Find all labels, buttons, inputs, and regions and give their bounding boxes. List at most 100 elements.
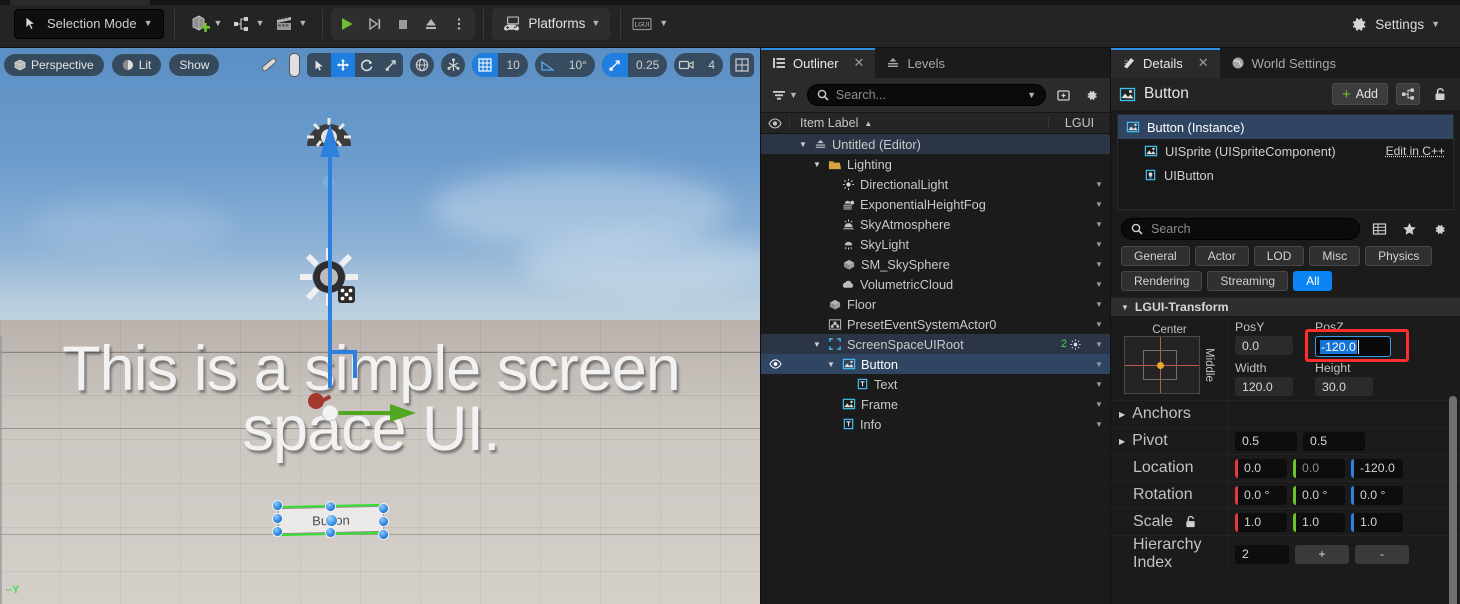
eject-button[interactable] <box>417 10 445 38</box>
scale-snap-control[interactable]: 0.25 <box>601 53 668 77</box>
outliner-row-exponentialheightfog[interactable]: ExponentialHeightFog ▼ <box>761 194 1110 214</box>
filter-chip-actor[interactable]: Actor <box>1194 246 1249 266</box>
number-input[interactable]: 0.5 <box>1235 431 1297 451</box>
select-tool-button[interactable] <box>307 53 331 77</box>
play-button[interactable] <box>333 10 361 38</box>
row-options-chevron-icon[interactable]: ▼ <box>1088 420 1110 429</box>
window-tab[interactable] <box>10 0 150 5</box>
row-options-chevron-icon[interactable]: ▼ <box>1088 340 1110 349</box>
view-mode-button[interactable]: Lit <box>111 54 162 76</box>
tab-outliner[interactable]: Outliner ✕ <box>761 48 876 78</box>
hierarchy-index-increase[interactable]: + <box>1295 544 1349 564</box>
anchor-preview-cell[interactable]: Center Middle <box>1111 317 1229 400</box>
component-row[interactable]: UIButton <box>1118 163 1453 187</box>
row-options-chevron-icon[interactable]: ▼ <box>1088 280 1110 289</box>
chevron-down-icon[interactable]: ▼ <box>1027 90 1036 100</box>
row-options-chevron-icon[interactable]: ▼ <box>1088 240 1110 249</box>
outliner-row-info[interactable]: Info ▼ <box>761 414 1110 434</box>
axis-number-input[interactable]: 1.0 <box>1235 512 1287 532</box>
row-options-chevron-icon[interactable]: ▼ <box>1088 260 1110 269</box>
outliner-row-text[interactable]: Text ▼ <box>761 374 1110 394</box>
posy-input[interactable]: 0.0 <box>1235 336 1293 355</box>
property-label[interactable]: ▶ Pivot <box>1111 428 1229 454</box>
filter-chip-misc[interactable]: Misc <box>1309 246 1361 266</box>
more-options-button[interactable] <box>445 10 473 38</box>
outliner-row-floor[interactable]: Floor ▼ <box>761 294 1110 314</box>
axis-number-input[interactable]: 0.0 ° <box>1351 485 1403 505</box>
anchor-widget[interactable] <box>1124 335 1200 394</box>
scale-tool-button[interactable] <box>379 53 403 77</box>
lgui-transform-section-header[interactable]: ▼ LGUI-Transform <box>1111 297 1460 317</box>
details-scrollbar[interactable] <box>1448 396 1458 604</box>
filter-chip-rendering[interactable]: Rendering <box>1121 271 1203 291</box>
platforms-button[interactable]: Platforms ▼ <box>492 7 611 40</box>
close-icon[interactable]: ✕ <box>854 55 865 71</box>
row-options-chevron-icon[interactable]: ▼ <box>1088 300 1110 309</box>
axis-number-input[interactable]: 0.0 ° <box>1293 485 1345 505</box>
surface-snap-button[interactable] <box>441 53 466 77</box>
component-row[interactable]: UISprite (UISpriteComponent) Edit in C++ <box>1118 139 1453 163</box>
outliner-row-frame[interactable]: Frame ▼ <box>761 394 1110 414</box>
rotate-tool-button[interactable] <box>355 53 379 77</box>
close-icon[interactable]: ✕ <box>1198 55 1209 71</box>
height-input[interactable]: 30.0 <box>1315 377 1373 396</box>
skip-button[interactable] <box>361 10 389 38</box>
grid-snap-control[interactable]: 10 <box>472 53 528 77</box>
favorites-button[interactable] <box>1398 218 1420 240</box>
axis-number-input[interactable]: 1.0 <box>1293 512 1345 532</box>
axis-number-input[interactable]: 0.0 <box>1235 458 1287 478</box>
gizmo-toggle[interactable] <box>289 53 301 77</box>
filter-button[interactable]: ▼ <box>769 86 801 104</box>
cinematics-button[interactable]: ▼ <box>269 9 312 39</box>
blueprints-button[interactable]: ▼ <box>227 9 269 39</box>
axis-number-input[interactable]: -120.0 <box>1351 458 1403 478</box>
column-view-button[interactable] <box>1368 218 1390 240</box>
row-options-chevron-icon[interactable]: ▼ <box>1088 200 1110 209</box>
tab-details[interactable]: Details ✕ <box>1111 48 1220 78</box>
outliner-row-screenspaceuiroot[interactable]: ▼ ScreenSpaceUIRoot 2 ▼ <box>761 334 1110 354</box>
axis-number-input[interactable]: 1.0 <box>1351 512 1403 532</box>
selection-mode-button[interactable]: Selection Mode ▼ <box>14 8 164 39</box>
lgui-column[interactable]: LGUI <box>1048 116 1110 130</box>
lock-details-button[interactable] <box>1428 83 1452 105</box>
perspective-button[interactable]: Perspective <box>4 54 104 76</box>
outliner-row-sm-skysphere[interactable]: SM_SkySphere ▼ <box>761 254 1110 274</box>
add-folder-button[interactable] <box>1052 84 1074 106</box>
filter-chip-all[interactable]: All <box>1293 271 1333 291</box>
details-scrollbar-thumb[interactable] <box>1449 396 1457 604</box>
tab-world-settings[interactable]: World Settings <box>1220 48 1347 78</box>
details-search-input[interactable]: Search <box>1121 218 1360 240</box>
axis-number-input[interactable]: 0.0 ° <box>1235 485 1287 505</box>
filter-chip-physics[interactable]: Physics <box>1365 246 1433 266</box>
property-label[interactable]: ▶ Anchors <box>1111 401 1229 427</box>
level-viewport[interactable]: This is a simple screen space UI. Perspe… <box>0 48 760 604</box>
row-options-chevron-icon[interactable]: ▼ <box>1088 180 1110 189</box>
lgui-menu-button[interactable]: LGUI ▼ <box>625 9 673 39</box>
outliner-search-input[interactable]: Search... ▼ <box>806 84 1046 106</box>
outliner-row-untitled-editor-[interactable]: ▼ Untitled (Editor) <box>761 134 1110 154</box>
expander-triangle-icon[interactable]: ▼ <box>811 160 823 169</box>
edit-in-cpp-link[interactable]: Edit in C++ <box>1386 144 1445 158</box>
outliner-row-directionallight[interactable]: DirectionalLight ▼ <box>761 174 1110 194</box>
outliner-row-lighting[interactable]: ▼ Lighting <box>761 154 1110 174</box>
row-options-chevron-icon[interactable]: ▼ <box>1088 320 1110 329</box>
outliner-row-preseteventsystemactor0[interactable]: PresetEventSystemActor0 ▼ <box>761 314 1110 334</box>
row-options-chevron-icon[interactable]: ▼ <box>1088 220 1110 229</box>
scale-lock-icon[interactable] <box>1184 515 1197 529</box>
axis-number-input[interactable]: 0.0 <box>1293 458 1345 478</box>
filter-chip-streaming[interactable]: Streaming <box>1207 271 1289 291</box>
viewport-layout-button[interactable] <box>730 53 754 77</box>
add-actor-button[interactable]: ▼ <box>185 9 228 39</box>
expander-triangle-icon[interactable]: ▼ <box>797 140 809 149</box>
outliner-row-volumetriccloud[interactable]: VolumetricCloud ▼ <box>761 274 1110 294</box>
outliner-row-skyatmosphere[interactable]: SkyAtmosphere ▼ <box>761 214 1110 234</box>
row-options-chevron-icon[interactable]: ▼ <box>1088 380 1110 389</box>
item-label-column[interactable]: Item Label ▲ <box>789 116 1048 130</box>
outliner-row-button[interactable]: ▼ Button ▼ <box>761 354 1110 374</box>
component-row[interactable]: Button (Instance) <box>1118 115 1453 139</box>
filter-chip-lod[interactable]: LOD <box>1253 246 1305 266</box>
outliner-settings-button[interactable] <box>1080 84 1102 106</box>
visibility-toggle[interactable] <box>761 359 789 369</box>
row-options-chevron-icon[interactable]: ▼ <box>1088 400 1110 409</box>
hierarchy-index-decrease[interactable]: - <box>1355 544 1409 564</box>
